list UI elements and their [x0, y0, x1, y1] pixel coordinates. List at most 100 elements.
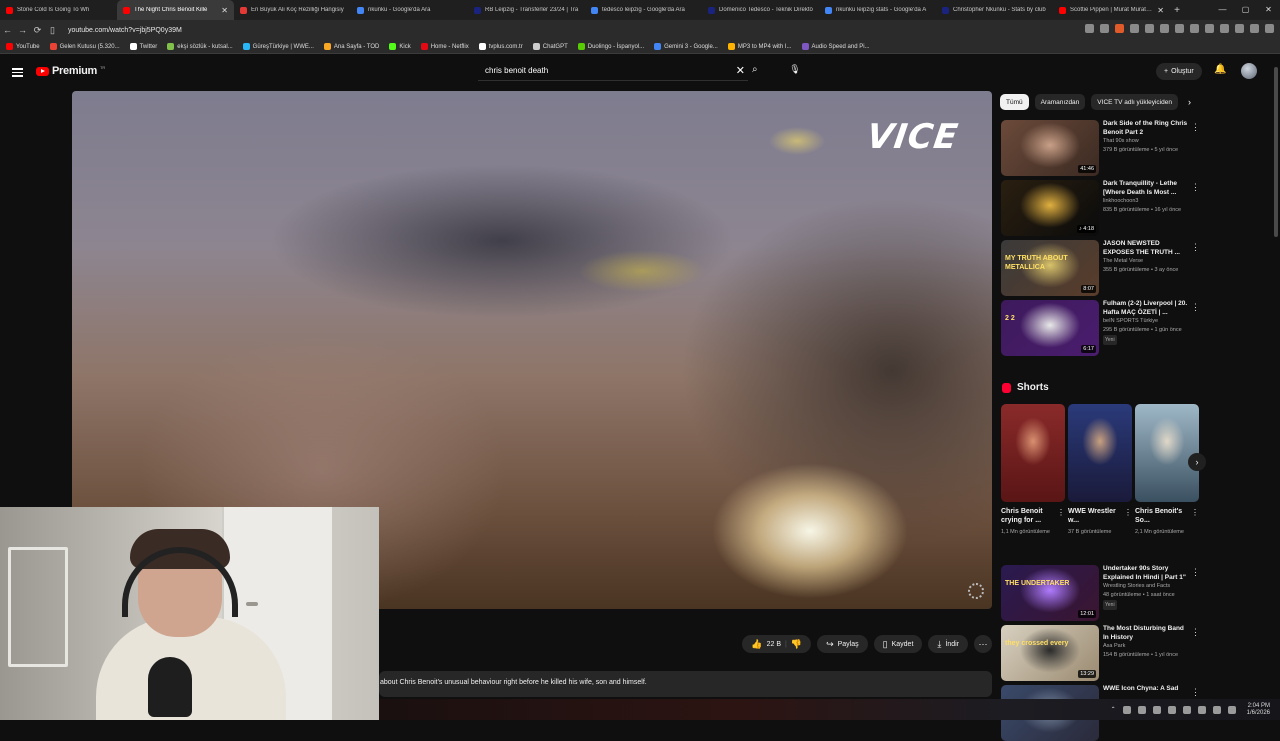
browser-tab[interactable]: The Night Chris Benoit Kille ✕ [117, 0, 234, 20]
tray-icon[interactable] [1137, 705, 1146, 714]
extension-icon[interactable] [1175, 24, 1184, 33]
bookmark-item[interactable]: Kick [389, 43, 411, 50]
bookmark-item[interactable]: Home - Netflix [420, 43, 469, 50]
extension-icon[interactable] [1265, 24, 1274, 33]
description-box[interactable]: about Chris Benoit's unusual behaviour r… [379, 671, 992, 697]
channel-name[interactable]: Asa Park [1103, 642, 1189, 651]
wifi-icon[interactable] [1197, 705, 1206, 714]
bookmark-item[interactable]: YouTube [6, 43, 40, 50]
browser-tab[interactable]: Stone Cold Is Going To Wh [0, 0, 117, 20]
notifications-bell-icon[interactable]: 🔔 [1214, 64, 1226, 75]
extension-icon[interactable] [1235, 24, 1244, 33]
close-window-icon[interactable]: ✕ [1257, 0, 1280, 20]
short-title[interactable]: WWE Wrestler w... [1068, 507, 1122, 525]
extension-icon[interactable] [1190, 24, 1199, 33]
share-button[interactable]: ↪ Paylaş [817, 635, 868, 653]
hamburger-menu-icon[interactable] [12, 66, 23, 79]
bookmark-item[interactable]: Gelen Kutusu (5.320... [49, 43, 120, 50]
browser-tab[interactable]: Domenico Tedesco - Teknik Direktö [702, 0, 819, 20]
bookmark-item[interactable]: tvplus.com.tr [478, 43, 523, 50]
more-actions-icon[interactable]: ⋯ [974, 635, 992, 653]
search-icon[interactable]: ⌕ [752, 64, 758, 75]
chip-all[interactable]: Tümü [1000, 94, 1029, 110]
bookmark-item[interactable]: ekşi sözlük - kutsal... [167, 43, 233, 50]
recommendation-thumbnail[interactable]: 41:46 [1001, 120, 1099, 176]
create-button[interactable]: + Oluştur [1156, 63, 1202, 80]
channel-name[interactable]: Wrestling Stories and Facts [1103, 582, 1189, 591]
battery-icon[interactable] [1227, 705, 1236, 714]
thumbs-down-icon[interactable]: 👎 [791, 639, 802, 650]
close-tab-icon[interactable]: ✕ [221, 6, 228, 15]
microphone-icon[interactable]: 🎙 [789, 64, 801, 76]
more-options-icon[interactable]: ⋮ [1191, 508, 1199, 517]
bookmark-page-icon[interactable]: ▯ [45, 25, 60, 36]
recommendation-item[interactable]: they crossed every 13:29 The Most Disturbi… [1000, 625, 1200, 681]
reload-icon[interactable]: ⟳ [30, 25, 45, 36]
recommendation-item[interactable]: THE UNDERTAKER 12:01 Undertaker 90s Story … [1000, 565, 1200, 621]
bookmark-item[interactable]: Ana Sayfa - TOD [323, 43, 379, 50]
short-thumbnail[interactable] [1068, 404, 1132, 502]
extension-icon[interactable] [1220, 24, 1229, 33]
extension-icon[interactable] [1160, 24, 1169, 33]
clock[interactable]: 2:04 PM 1/6/2026 [1247, 703, 1270, 717]
tray-icon[interactable] [1167, 705, 1176, 714]
recommendation-title[interactable]: Dark Tranquillity - Lethe [Where Death I… [1103, 180, 1189, 197]
more-options-icon[interactable]: ⋮ [1057, 508, 1065, 517]
recommendation-item[interactable]: MY TRUTH ABOUT METALLICA 8:07 JASON NEWSTE… [1000, 240, 1200, 296]
bookmark-item[interactable]: GüreşTürkiye | WWE... [242, 43, 314, 50]
short-title[interactable]: Chris Benoit crying for ... [1001, 507, 1055, 525]
channel-name[interactable]: beIN SPORTS Türkiye [1103, 317, 1189, 326]
tray-icon[interactable] [1182, 705, 1191, 714]
extension-icon[interactable] [1115, 24, 1124, 33]
recommendation-title[interactable]: Dark Side of the Ring Chris Benoit Part … [1103, 120, 1189, 137]
recommendation-thumbnail[interactable]: THE UNDERTAKER 12:01 [1001, 565, 1099, 621]
bookmark-item[interactable]: Twitter [129, 43, 157, 50]
browser-tab[interactable]: En Büyük Ali Koç Rezilliği Hangisiy [234, 0, 351, 20]
recommendation-title[interactable]: The Most Disturbing Band In History [1103, 625, 1189, 642]
more-options-icon[interactable]: ⋮ [1191, 627, 1200, 638]
volume-icon[interactable] [1212, 705, 1221, 714]
recommendation-item[interactable]: ♪ 4:18 Dark Tranquillity - Lethe [Where D… [1000, 180, 1200, 236]
bookmark-item[interactable]: Audio Speed and Pi... [801, 43, 870, 50]
forward-icon[interactable]: → [15, 25, 30, 35]
url-field[interactable]: youtube.com/watch?v=jbj5PQ0y39M [68, 27, 182, 34]
recommendation-title[interactable]: Fulham (2-2) Liverpool | 20. Hafta MAÇ Ö… [1103, 300, 1189, 317]
bookmark-item[interactable]: Gemini 3 - Google... [654, 43, 718, 50]
recommendation-title[interactable]: Undertaker 90s Story Explained In Hindi … [1103, 565, 1189, 582]
bookmark-item[interactable]: ChatGPT [532, 43, 568, 50]
recommendation-title[interactable]: JASON NEWSTED EXPOSES THE TRUTH ... [1103, 240, 1189, 257]
channel-name[interactable]: That 90s show [1103, 137, 1189, 146]
short-item[interactable]: Chris Benoit crying for ... 1,1 Mn görünt… [1001, 404, 1065, 536]
shorts-next-icon[interactable]: › [1188, 453, 1206, 471]
more-options-icon[interactable]: ⋮ [1191, 122, 1200, 133]
browser-tab[interactable]: Christopher Nkunku - Stats by club [936, 0, 1053, 20]
recommendation-title[interactable]: WWE Icon Chyna: A Sad [1103, 685, 1189, 694]
browser-tab[interactable]: tedesco leipzig - Google'da Ara [585, 0, 702, 20]
bookmark-item[interactable]: MP3 to MP4 with I... [727, 43, 792, 50]
tray-icon[interactable] [1152, 705, 1161, 714]
browser-tab[interactable]: RB Leipzig - Transferler 23/24 | Tra [468, 0, 585, 20]
recommendation-thumbnail[interactable]: ♪ 4:18 [1001, 180, 1099, 236]
close-tab-icon[interactable]: ✕ [1157, 6, 1164, 15]
save-button[interactable]: ▯ Kaydet [873, 635, 923, 653]
short-thumbnail[interactable] [1001, 404, 1065, 502]
page-scrollbar[interactable] [1272, 55, 1280, 720]
download-button[interactable]: ⤓ İndir [928, 635, 968, 653]
more-options-icon[interactable]: ⋮ [1124, 508, 1132, 517]
browser-tab[interactable]: nkunku - Google'da Ara [351, 0, 468, 20]
youtube-logo[interactable]: Premium TR [36, 65, 105, 77]
browser-tab[interactable]: Scottie Pippen | Murat Murathan Y ✕ [1053, 0, 1170, 20]
more-options-icon[interactable]: ⋮ [1191, 302, 1200, 313]
short-item[interactable]: WWE Wrestler w... 37 B görüntüleme ⋮ [1068, 404, 1132, 536]
short-item[interactable]: Chris Benoit's So... 2,1 Mn görüntüleme ⋮ [1135, 404, 1199, 536]
bookmark-item[interactable]: Duolingo - İspanyol... [577, 43, 644, 50]
browser-tab[interactable]: nkunku leipzig stats - Google'da A [819, 0, 936, 20]
extension-icon[interactable] [1085, 24, 1094, 33]
maximize-icon[interactable]: ▢ [1234, 0, 1257, 20]
new-tab-icon[interactable]: + [1170, 5, 1184, 16]
chip-uploader[interactable]: VICE TV adlı yükleyiciden [1091, 94, 1178, 110]
extension-icon[interactable] [1100, 24, 1109, 33]
recommendation-thumbnail[interactable]: MY TRUTH ABOUT METALLICA 8:07 [1001, 240, 1099, 296]
more-options-icon[interactable]: ⋮ [1191, 182, 1200, 193]
search-input[interactable] [478, 66, 718, 75]
